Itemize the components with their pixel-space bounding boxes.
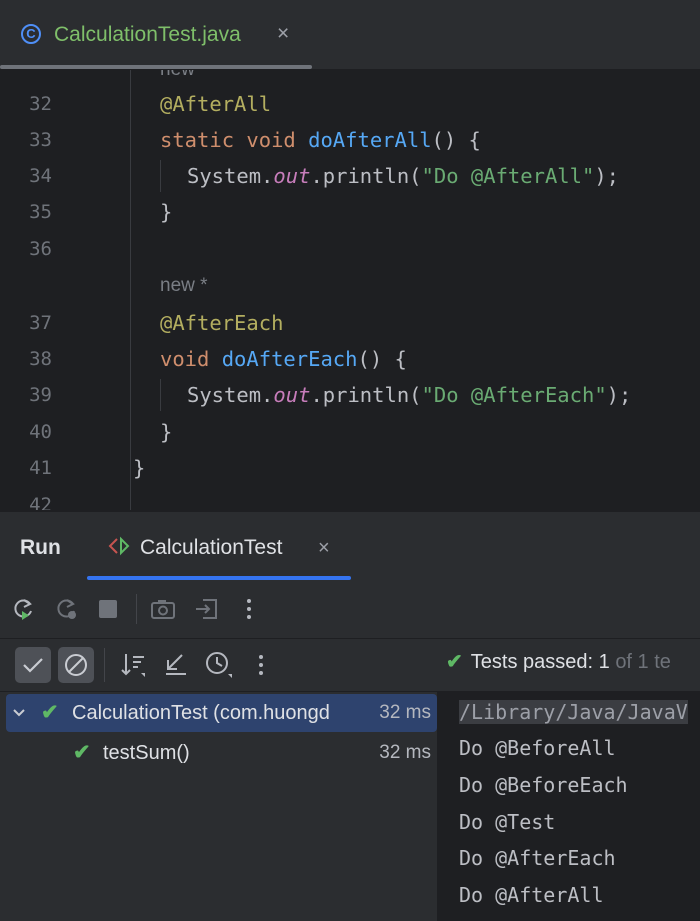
code-line: 33 static void doAfterAll() { (0, 122, 700, 158)
indent-guide (130, 70, 131, 510)
code-line: 38 void doAfterEach() { (0, 341, 700, 377)
code-line: 42 (0, 487, 700, 510)
run-tab-label: CalculationTest (140, 536, 283, 559)
test-method-label: testSum() (103, 742, 190, 764)
code-line: 37 @AfterEach (0, 305, 700, 341)
code-text: System.out.println("Do @AfterEach"); (187, 383, 632, 407)
code-text: } (160, 200, 173, 224)
editor-tab-calculationtest[interactable]: C CalculationTest.java × (0, 0, 312, 69)
check-icon: ✔ (446, 651, 463, 673)
editor-tab-label: CalculationTest.java (54, 23, 241, 46)
close-icon[interactable]: × (318, 537, 330, 560)
code-line: 41} (0, 450, 700, 486)
console-line: /Library/Java/JavaV (459, 700, 688, 724)
test-tree-row-method[interactable]: ✔ testSum() 32 ms (6, 734, 437, 772)
code-line: 34 System.out.println("Do @AfterAll"); (0, 158, 700, 194)
test-duration: 32 ms (379, 702, 431, 723)
sort-icon[interactable] (118, 650, 148, 680)
code-line: 40} (0, 414, 700, 450)
line-number: 39 (29, 384, 52, 406)
history-icon[interactable] (204, 650, 234, 680)
line-number: 36 (29, 238, 52, 260)
code-text: @AfterEach (160, 311, 284, 335)
screenshot-icon[interactable] (148, 594, 178, 624)
console-line: Do @AfterAll (459, 883, 604, 907)
console-output[interactable]: /Library/Java/JavaV Do @BeforeAll Do @Be… (438, 692, 700, 921)
indent-guide (160, 379, 161, 411)
chevron-down-icon[interactable] (12, 694, 26, 732)
console-line: Do @BeforeEach (459, 773, 628, 797)
line-number: 32 (29, 93, 52, 115)
more-icon[interactable] (234, 594, 264, 624)
tab-underline (0, 65, 312, 69)
code-text: static void doAfterAll() { (160, 128, 481, 152)
run-toolbar (0, 580, 700, 639)
code-line: 36 (0, 231, 700, 267)
tests-passed-count: 1 (598, 651, 610, 673)
line-number: 40 (29, 421, 52, 443)
more-icon[interactable] (246, 650, 276, 680)
code-text: } (133, 456, 146, 480)
show-passed-icon[interactable] (15, 647, 51, 683)
code-text: void doAfterEach() { (160, 347, 407, 371)
line-number: 41 (29, 457, 52, 479)
code-text: @AfterAll (160, 92, 272, 116)
code-editor[interactable]: new32@AfterAll33static void doAfterAll()… (0, 70, 700, 510)
code-vision-hint-text[interactable]: new * (160, 268, 208, 304)
collapse-icon[interactable] (161, 650, 191, 680)
class-icon: C (21, 24, 41, 44)
show-ignored-icon[interactable] (58, 647, 94, 683)
tests-passed-label: Tests passed: (470, 651, 594, 673)
code-text: } (160, 420, 173, 444)
console-line: Do @BeforeAll (459, 736, 616, 760)
export-icon[interactable] (192, 594, 222, 624)
run-title: Run (20, 536, 61, 559)
code-line: 32 @AfterAll (0, 86, 700, 122)
rerun-failed-icon[interactable] (51, 594, 81, 624)
line-number: 34 (29, 165, 52, 187)
check-icon: ✔ (41, 701, 59, 724)
code-line: 39 System.out.println("Do @AfterEach"); (0, 377, 700, 413)
code-vision-hint: new * (0, 268, 700, 304)
stop-icon[interactable] (93, 594, 123, 624)
toolbar-divider (104, 648, 105, 682)
test-tree-row-class[interactable]: ✔ CalculationTest (com.huongd 32 ms (6, 694, 437, 732)
editor-tab-bar: C CalculationTest.java × (0, 0, 700, 70)
rerun-icon[interactable] (8, 594, 38, 624)
test-class-label: CalculationTest (com.huongd (72, 702, 330, 724)
test-status: ✔ Tests passed: 1 of 1 te (446, 649, 671, 674)
console-line: Do @Test (459, 810, 556, 834)
test-duration: 32 ms (379, 742, 431, 763)
code-line: 35} (0, 194, 700, 230)
line-number: 42 (29, 494, 52, 510)
tab-calculationtest-run[interactable]: CalculationTest × (87, 512, 351, 580)
close-icon[interactable]: × (277, 22, 289, 46)
toolbar-divider (136, 594, 137, 624)
code-text: System.out.println("Do @AfterAll"); (187, 164, 620, 188)
test-tree: ✔ CalculationTest (com.huongd 32 ms ✔ te… (0, 692, 437, 921)
run-tool-window-header: Run CalculationTest × (0, 511, 700, 580)
line-number: 35 (29, 201, 52, 223)
indent-guide (160, 160, 161, 192)
line-number: 37 (29, 312, 52, 334)
run-config-icon (107, 536, 133, 561)
line-number: 38 (29, 348, 52, 370)
console-line: Do @AfterEach (459, 846, 616, 870)
check-icon: ✔ (73, 741, 91, 764)
line-number: 33 (29, 129, 52, 151)
tests-total: of 1 te (615, 651, 671, 673)
